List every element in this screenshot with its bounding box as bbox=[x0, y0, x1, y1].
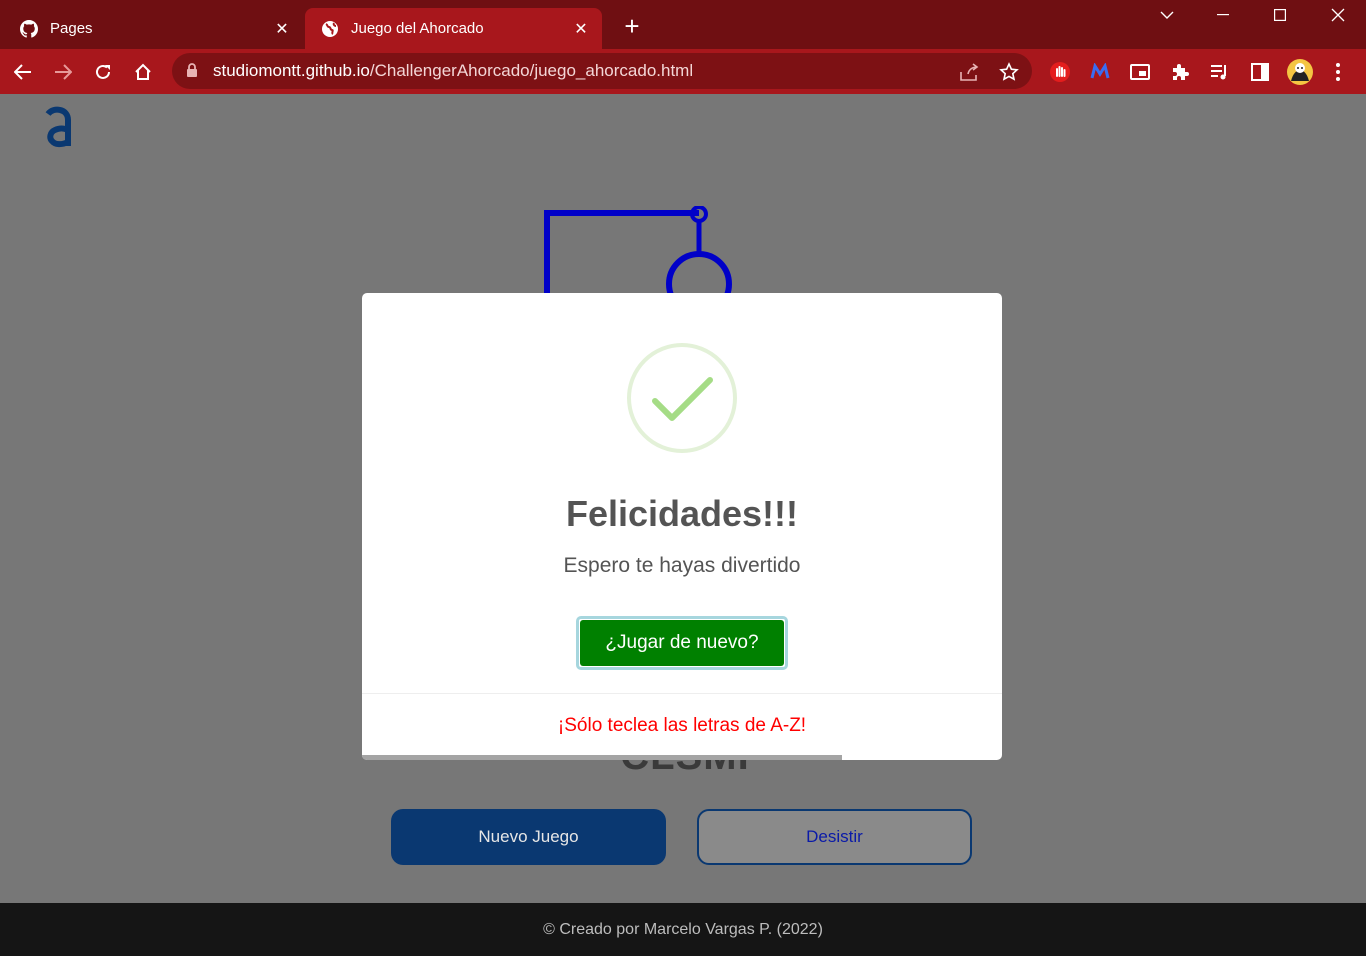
new-game-button[interactable]: Nuevo Juego bbox=[391, 809, 666, 865]
url-text: studiomontt.github.io/ChallengerAhorcado… bbox=[213, 61, 693, 81]
forward-arrow-icon[interactable] bbox=[48, 57, 78, 87]
extension-m-icon[interactable] bbox=[1087, 59, 1113, 85]
address-bar[interactable]: studiomontt.github.io/ChallengerAhorcado… bbox=[172, 53, 1032, 89]
picture-in-picture-icon[interactable] bbox=[1127, 59, 1153, 85]
success-check-icon bbox=[627, 343, 737, 453]
play-again-button[interactable]: ¿Jugar de nuevo? bbox=[576, 616, 788, 670]
globe-icon bbox=[321, 20, 339, 38]
give-up-button[interactable]: Desistir bbox=[697, 809, 972, 865]
tab-bar: Pages ✕ Juego del Ahorcado ✕ + bbox=[0, 0, 1366, 49]
home-icon[interactable] bbox=[128, 57, 158, 87]
success-dialog: Felicidades!!! Espero te hayas divertido… bbox=[362, 293, 1002, 760]
dialog-footer-text: ¡Sólo teclea las letras de A-Z! bbox=[557, 715, 807, 736]
tab-label: Pages bbox=[50, 20, 93, 37]
bookmark-star-icon[interactable] bbox=[998, 61, 1020, 83]
new-tab-button[interactable]: + bbox=[618, 13, 646, 41]
back-arrow-icon[interactable] bbox=[8, 57, 38, 87]
dialog-timer-progress-bar bbox=[362, 755, 842, 760]
play-again-label: ¿Jugar de nuevo? bbox=[580, 620, 784, 666]
profile-avatar[interactable] bbox=[1287, 59, 1313, 85]
side-panel-icon[interactable] bbox=[1247, 59, 1273, 85]
lock-icon bbox=[186, 63, 200, 79]
share-icon[interactable] bbox=[958, 61, 980, 83]
close-tab-icon[interactable]: ✕ bbox=[572, 20, 590, 38]
browser-toolbar: studiomontt.github.io/ChallengerAhorcado… bbox=[0, 49, 1366, 94]
close-tab-icon[interactable]: ✕ bbox=[273, 20, 291, 38]
tab-pages[interactable]: Pages ✕ bbox=[0, 8, 303, 49]
dialog-message: Espero te hayas divertido bbox=[563, 554, 801, 577]
kebab-menu-icon[interactable] bbox=[1325, 59, 1351, 85]
tab-label: Juego del Ahorcado bbox=[351, 20, 484, 37]
page-footer: © Creado por Marcelo Vargas P. (2022) bbox=[0, 903, 1366, 956]
dialog-title: Felicidades!!! bbox=[565, 493, 799, 534]
close-window-button[interactable] bbox=[1315, 0, 1361, 30]
footer-credit: © Creado por Marcelo Vargas P. (2022) bbox=[543, 920, 823, 938]
tab-search-icon[interactable] bbox=[1144, 0, 1190, 30]
adblock-hand-icon[interactable] bbox=[1047, 59, 1073, 85]
extensions-puzzle-icon[interactable] bbox=[1167, 59, 1193, 85]
maximize-button[interactable] bbox=[1257, 0, 1303, 30]
alura-logo bbox=[42, 104, 76, 155]
github-icon bbox=[20, 19, 38, 38]
dialog-footer: ¡Sólo teclea las letras de A-Z! bbox=[362, 693, 1002, 760]
media-control-icon[interactable] bbox=[1207, 59, 1233, 85]
minimize-button[interactable] bbox=[1200, 0, 1246, 30]
reload-icon[interactable] bbox=[88, 57, 118, 87]
tab-juego-del-ahorcado[interactable]: Juego del Ahorcado ✕ bbox=[305, 8, 602, 49]
url-host: studiomontt.github.io bbox=[213, 61, 370, 80]
url-path: /ChallengerAhorcado/juego_ahorcado.html bbox=[369, 61, 694, 80]
